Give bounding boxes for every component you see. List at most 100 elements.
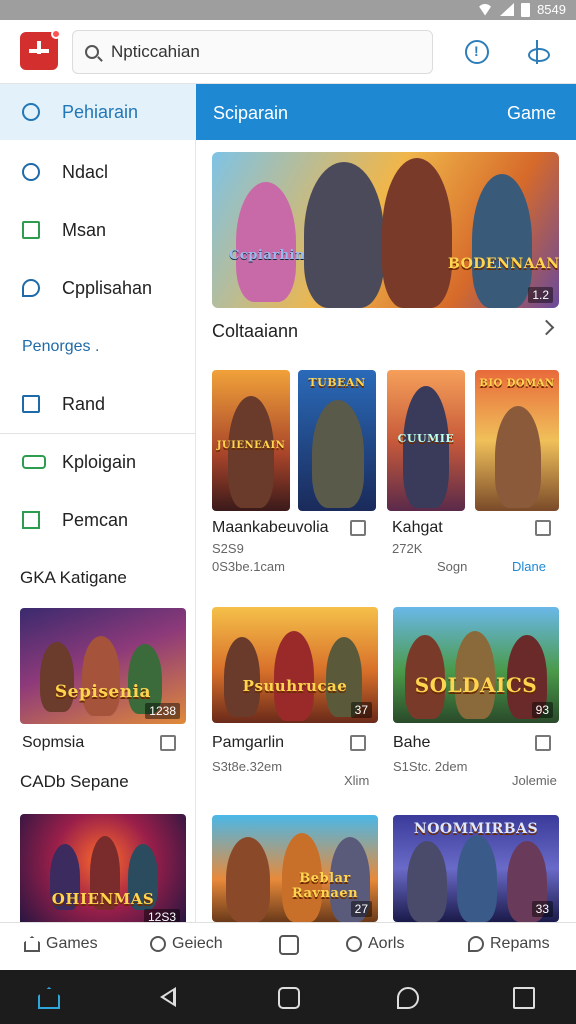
game-meta: Sogn [437, 559, 468, 574]
search-icon [85, 45, 99, 59]
chevron-right-icon[interactable] [538, 319, 555, 336]
game-meta: 272K [392, 541, 423, 556]
sidebar-item-3[interactable]: Cpplisahan [0, 260, 196, 316]
tile-art-title: JUIENEAIN [216, 440, 286, 451]
game-tile-1[interactable]: JUIENEAIN [212, 370, 290, 511]
sidebar-item-4[interactable]: Rand [0, 376, 196, 432]
sidebar-game-card-1[interactable]: Sepisenia 1238 [20, 608, 186, 724]
bookmark-checkbox[interactable] [535, 520, 551, 536]
screenshot-icon[interactable] [513, 987, 535, 1009]
box-icon [279, 935, 299, 955]
game-meta: 0S3be.1cam [212, 559, 285, 574]
sidebar-item-label: Ndacl [62, 161, 109, 182]
back-icon[interactable] [160, 987, 176, 1007]
game-meta: S2S9 [212, 541, 244, 556]
featured-banner[interactable]: Ccpiarhin BODENNAAN 1.2 [212, 152, 559, 308]
game-card-3[interactable]: Beblar Ravnaen 27 [212, 815, 378, 922]
nav-center[interactable] [279, 935, 299, 955]
sidebar-section-heading: Penorges . [22, 338, 100, 355]
notification-dot [51, 29, 61, 39]
game-meta: S3t8e.32em [212, 759, 283, 774]
tile-art-title: TUBEAN [308, 376, 366, 389]
home-icon [24, 936, 40, 952]
tile-art-title: BIO DOMAN [479, 378, 555, 389]
sidebar: Pehiarain Ndacl Msan Cpplisahan Penorges… [0, 84, 196, 930]
sidebar-item-2[interactable]: Msan [0, 202, 196, 258]
bookmark-checkbox[interactable] [350, 520, 366, 536]
bookmark-checkbox[interactable] [535, 735, 551, 751]
sidebar-item-6[interactable]: Pemcan [0, 492, 196, 548]
signal-icon [500, 3, 515, 16]
wifi-icon [477, 3, 494, 16]
search-box[interactable] [72, 30, 433, 74]
game-meta: Jolemie [512, 773, 557, 788]
game-tile-3[interactable]: CUUMIE [387, 370, 465, 511]
game-title[interactable]: Kahgat [392, 519, 443, 537]
card-art-title: Psuuhrucae [242, 677, 348, 695]
nav-label: Games [46, 935, 98, 952]
search-input[interactable] [111, 42, 411, 62]
card-art-title: Sepisenia [54, 682, 152, 702]
card-badge: 1238 [145, 703, 180, 719]
sidebar-item-5[interactable]: Kploigain [0, 434, 196, 490]
status-bar: 8549 [0, 0, 576, 20]
game-meta: S1Stc. 2dem [393, 759, 468, 774]
game-title[interactable]: Pamgarlin [212, 734, 284, 752]
app-bar [0, 20, 576, 84]
nav-games[interactable]: Games [24, 935, 98, 953]
nav-label: Aorls [368, 935, 405, 952]
nav-aorls[interactable]: Aorls [346, 935, 404, 953]
nav-repams[interactable]: Repams [468, 935, 550, 953]
sidebar-game-card-2[interactable]: OHIENMAS 12S3 [20, 814, 186, 930]
card-badge: 33 [531, 901, 553, 917]
bookmark-checkbox[interactable] [350, 735, 366, 751]
card-badge: 93 [531, 702, 553, 718]
app-logo[interactable] [20, 29, 61, 70]
header-games-link[interactable]: Game [507, 103, 556, 124]
bubble-icon [468, 936, 484, 952]
game-card-4[interactable]: NOOMMIRBAS 33 [393, 815, 559, 922]
home-icon[interactable] [38, 987, 60, 1009]
circle-icon [22, 163, 40, 181]
gift-icon[interactable] [526, 40, 550, 64]
game-meta: Xlim [344, 773, 370, 788]
game-card-2[interactable]: SOLDAICS 93 [393, 607, 559, 723]
card-art-title: SOLDAICS [414, 673, 538, 697]
info-icon[interactable] [465, 40, 489, 64]
card-title: Sopmsia [22, 734, 85, 751]
sidebar-item-0[interactable]: Pehiarain [0, 84, 196, 140]
card-art-title: OHIENMAS [51, 890, 155, 908]
sidebar-item-label: Rand [62, 393, 106, 414]
main-header: Sciparain Game [196, 84, 576, 140]
header-title[interactable]: Sciparain [213, 103, 288, 124]
battery-icon [521, 2, 531, 17]
game-title[interactable]: Maankabeuvolia [212, 519, 329, 537]
section-heading: CADb Sepane [20, 772, 129, 791]
nav-label: Repams [490, 935, 550, 952]
card-badge: 37 [350, 702, 372, 718]
sidebar-item-1[interactable]: Ndacl [0, 144, 196, 200]
sidebar-item-label: Pehiarain [62, 101, 139, 122]
category-heading: GKA Katigane [20, 568, 127, 587]
search-icon [22, 103, 40, 121]
document-icon [22, 395, 40, 413]
card-badge: 27 [350, 901, 372, 917]
game-title[interactable]: Bahe [393, 734, 430, 752]
chat-icon[interactable] [397, 987, 419, 1009]
banner-badge: 1.2 [528, 287, 553, 303]
sidebar-item-label: Msan [62, 219, 107, 240]
sidebar-item-label: Cpplisahan [62, 277, 153, 298]
bottom-nav: Games Geiech Aorls Repams [0, 922, 576, 970]
search-icon [150, 936, 166, 952]
game-tile-4[interactable]: BIO DOMAN [475, 370, 559, 511]
game-card-1[interactable]: Psuuhrucae 37 [212, 607, 378, 723]
controller-icon [22, 455, 46, 469]
sidebar-item-label: Pemcan [62, 509, 129, 530]
nav-search[interactable]: Geiech [150, 935, 223, 953]
recents-icon[interactable] [278, 987, 300, 1009]
game-tile-2[interactable]: TUBEAN [298, 370, 376, 511]
bubble-icon [22, 279, 40, 297]
game-link[interactable]: Dlane [512, 559, 546, 574]
system-nav-bar [0, 970, 576, 1024]
bookmark-checkbox[interactable] [160, 735, 176, 751]
